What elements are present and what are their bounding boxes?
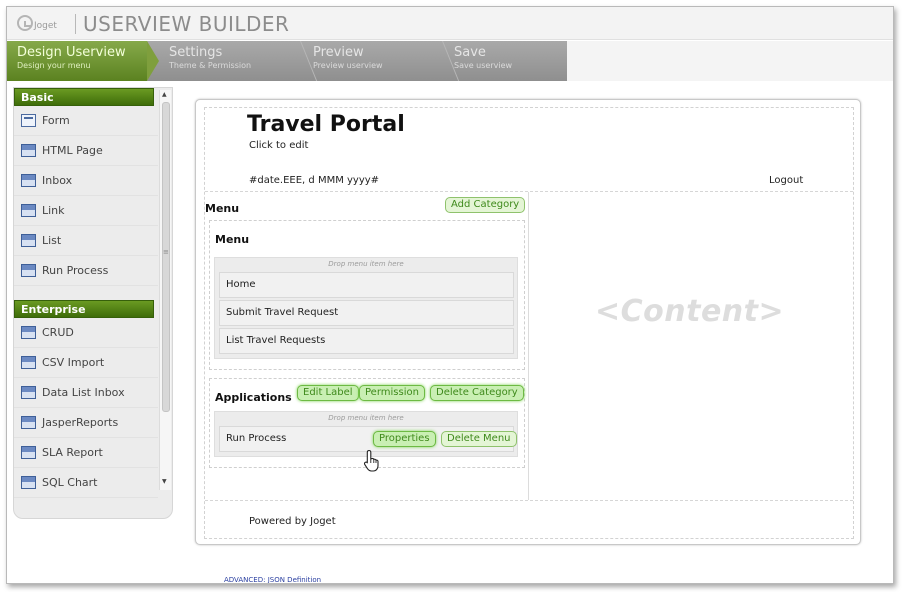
palette-item-html-page[interactable]: HTML Page	[14, 136, 158, 166]
plugin-icon	[21, 264, 36, 277]
palette-scrollbar[interactable]: ▲ ≡ ▼	[159, 90, 171, 490]
hand-cursor-icon	[363, 449, 379, 472]
category-title[interactable]: Menu	[215, 233, 249, 246]
step-design-userview[interactable]: Design Userview Design your menu	[7, 41, 159, 81]
logout-link[interactable]: Logout	[769, 175, 803, 186]
advanced-json-link[interactable]: ADVANCED: JSON Definition	[224, 576, 321, 583]
permission-button[interactable]: Permission	[359, 385, 425, 401]
plugin-icon	[21, 144, 36, 157]
palette-item-sql-chart[interactable]: SQL Chart	[14, 468, 158, 498]
palette-item-form[interactable]: Form	[14, 106, 158, 136]
palette-category-enterprise[interactable]: Enterprise	[14, 300, 154, 318]
menu-item-list-travel-requests[interactable]: List Travel Requests	[219, 328, 514, 354]
plugin-icon	[21, 476, 36, 489]
delete-category-button[interactable]: Delete Category	[430, 385, 524, 401]
step-arrow-icon	[147, 41, 159, 81]
category-menu[interactable]: Menu Drop menu item here Home Submit Tra…	[209, 220, 525, 370]
date-format: #date.EEE, d MMM yyyy#	[249, 175, 380, 186]
delete-menu-button[interactable]: Delete Menu	[441, 431, 517, 447]
userview-canvas: Travel Portal Click to edit #date.EEE, d…	[195, 99, 861, 545]
palette-item-list[interactable]: List	[14, 226, 158, 256]
edit-label-button[interactable]: Edit Label	[297, 385, 359, 401]
form-icon	[21, 114, 36, 127]
palette-item-run-process[interactable]: Run Process	[14, 256, 158, 286]
plugin-icon	[21, 356, 36, 369]
category-title[interactable]: Applications	[215, 391, 292, 404]
joget-logo-icon	[17, 15, 33, 31]
wizard-steps: Design Userview Design your menu Setting…	[7, 41, 567, 81]
plugin-icon	[21, 446, 36, 459]
header-divider	[75, 14, 76, 34]
app-title: USERVIEW BUILDER	[83, 12, 290, 36]
menu-label: Menu	[205, 202, 240, 215]
plugin-icon	[21, 234, 36, 247]
step-settings[interactable]: Settings Theme & Permission	[159, 41, 318, 81]
drop-hint: Drop menu item here	[328, 414, 404, 422]
footer-text[interactable]: Powered by Joget	[249, 516, 336, 527]
scroll-down-icon[interactable]: ▼	[162, 478, 167, 485]
scroll-up-icon[interactable]: ▲	[162, 91, 167, 98]
palette-item-sla-report[interactable]: SLA Report	[14, 438, 158, 468]
palette-item-csv-import[interactable]: CSV Import	[14, 348, 158, 378]
plugin-icon	[21, 174, 36, 187]
palette-item-data-list-inbox[interactable]: Data List Inbox	[14, 378, 158, 408]
plugin-icon	[21, 326, 36, 339]
step-preview[interactable]: Preview Preview userview	[303, 41, 460, 81]
plugin-icon	[21, 204, 36, 217]
content-placeholder: <Content>	[595, 294, 785, 329]
step-save[interactable]: Save Save userview	[444, 41, 564, 81]
palette-item-crud[interactable]: CRUD	[14, 318, 158, 348]
add-category-button[interactable]: Add Category	[445, 197, 526, 213]
plugin-icon	[21, 416, 36, 429]
menu-item-submit-travel-request[interactable]: Submit Travel Request	[219, 300, 514, 326]
steps-bar-filler	[567, 41, 893, 81]
userview-preview: Travel Portal Click to edit #date.EEE, d…	[204, 107, 854, 539]
menu-drop-area[interactable]: Drop menu item here Home Submit Travel R…	[214, 257, 518, 359]
palette-item-jasperreports[interactable]: JasperReports	[14, 408, 158, 438]
palette-item-link[interactable]: Link	[14, 196, 158, 226]
properties-button[interactable]: Properties	[373, 431, 436, 447]
plugin-icon	[21, 386, 36, 399]
palette-item-inbox[interactable]: Inbox	[14, 166, 158, 196]
footer-separator	[205, 500, 853, 501]
element-palette: Basic Form HTML Page Inbox Link List Run…	[13, 87, 173, 519]
userview-builder-window: Joget USERVIEW BUILDER Design Userview D…	[6, 6, 894, 584]
portal-title[interactable]: Travel Portal	[247, 112, 405, 137]
scroll-grip-icon: ≡	[163, 248, 169, 256]
palette-category-basic[interactable]: Basic	[14, 88, 154, 106]
scroll-thumb[interactable]	[162, 102, 170, 412]
click-to-edit-hint: Click to edit	[249, 140, 309, 151]
menu-item-home[interactable]: Home	[219, 272, 514, 298]
app-header: Joget USERVIEW BUILDER	[7, 7, 893, 40]
drop-hint: Drop menu item here	[328, 260, 404, 268]
joget-logo: Joget	[17, 15, 57, 31]
